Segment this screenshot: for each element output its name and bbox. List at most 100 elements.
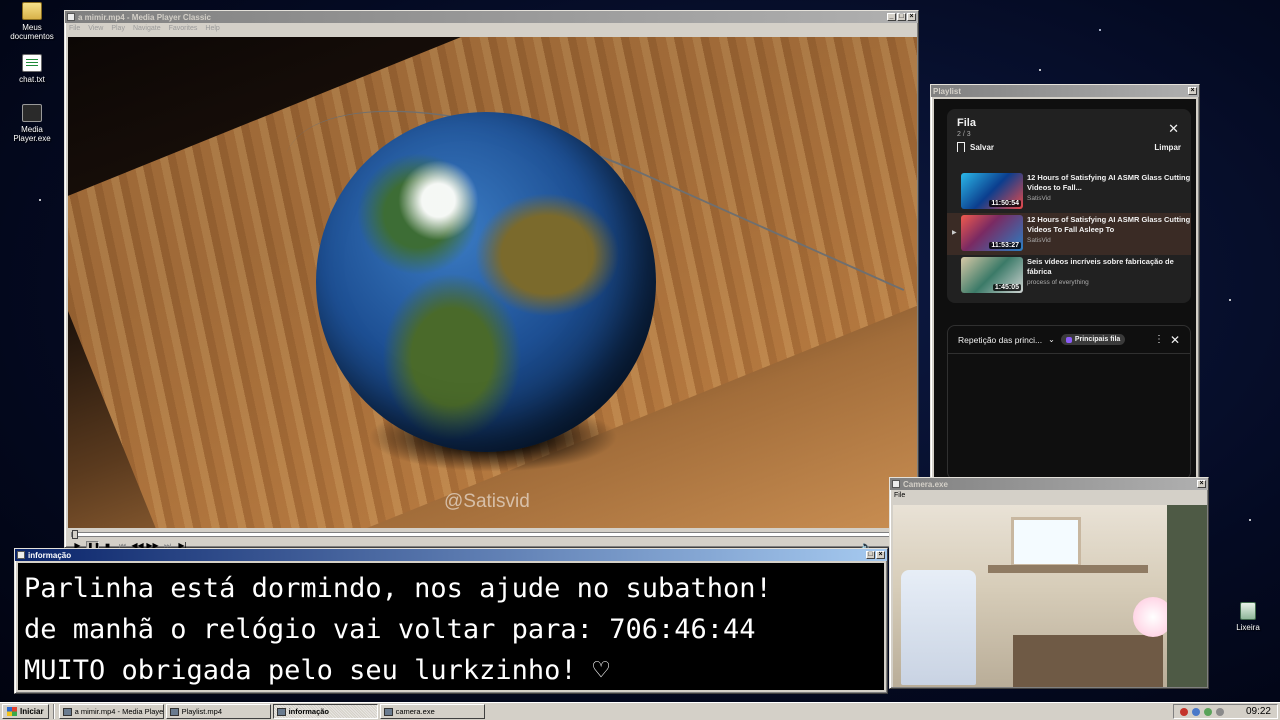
playlist-icon (169, 707, 179, 716)
task-label: informação (288, 707, 330, 716)
camera-titlebar[interactable]: Camera.exe × (890, 478, 1208, 490)
menu-bar: File View Play Navigate Favorites Help (65, 23, 918, 34)
camera-icon (383, 707, 393, 716)
clock[interactable]: 09:22 (1246, 706, 1271, 717)
minimize-button[interactable]: _ (887, 13, 896, 21)
taskbar-separator (52, 704, 55, 719)
desktop-icon-media-player[interactable]: Media Player.exe (2, 104, 62, 143)
folder-icon (22, 2, 42, 20)
video-title: 12 Hours of Satisfying AI ASMR Glass Cut… (1027, 215, 1191, 234)
queue-chip-label: Principais fila (1074, 336, 1121, 343)
bookmark-icon (957, 142, 965, 153)
video-area[interactable]: @Satisvid (68, 37, 917, 528)
start-label: Iniciar (20, 707, 44, 716)
info-titlebar[interactable]: informação □ × (15, 549, 887, 561)
maximize-button[interactable]: □ (897, 13, 906, 21)
media-player-icon (62, 707, 72, 716)
window-title: Playlist (933, 86, 962, 96)
camera-app-icon (892, 480, 900, 488)
app-icon (17, 551, 25, 559)
media-player-window[interactable]: a mimir.mp4 - Media Player Classic _ □ ×… (64, 10, 919, 552)
duration-badge: 11:50:54 (989, 200, 1021, 207)
recycle-bin-icon (1240, 602, 1256, 620)
video-watermark: @Satisvid (444, 491, 530, 512)
feed-desk (1013, 635, 1163, 687)
close-button[interactable]: × (1197, 480, 1206, 488)
now-playing-icon: ▶ (952, 230, 957, 236)
channel-name: SatisVid (1027, 237, 1051, 244)
queue-item[interactable]: 11:50:54 12 Hours of Satisfying AI ASMR … (947, 171, 1191, 213)
task-label: Playlist.mp4 (181, 707, 223, 716)
queue-chip[interactable]: Principais fila (1060, 334, 1126, 345)
app-tray-icon[interactable] (1203, 707, 1212, 716)
menu-file[interactable]: File (894, 492, 905, 499)
seek-knob[interactable] (72, 530, 78, 539)
info-window[interactable]: informação □ × Parlinha está dormindo, n… (14, 548, 888, 694)
more-options-icon[interactable]: ⋮ (1154, 334, 1164, 345)
desktop-icon-recycle-bin[interactable]: Lixeira (1218, 602, 1278, 632)
menu-favorites[interactable]: Favorites (169, 25, 198, 32)
maximize-button[interactable]: □ (866, 551, 875, 559)
media-player-titlebar[interactable]: a mimir.mp4 - Media Player Classic _ □ × (65, 11, 918, 23)
task-playlist[interactable]: Playlist.mp4 (165, 704, 271, 719)
desktop-icon-my-documents[interactable]: Meus documentos (2, 2, 62, 41)
text-file-icon (22, 54, 42, 72)
desktop-icon-chat-txt[interactable]: chat.txt (2, 54, 62, 84)
camera-window[interactable]: Camera.exe × File (889, 477, 1209, 689)
chevron-down-icon[interactable]: ⌄ (1048, 335, 1055, 344)
task-camera[interactable]: camera.exe (379, 704, 485, 719)
playlist-titlebar[interactable]: Playlist × (931, 85, 1199, 97)
video-title: 12 Hours of Satisfying AI ASMR Glass Cut… (1027, 173, 1191, 192)
close-icon[interactable]: ✕ (1168, 122, 1179, 135)
task-informacao[interactable]: informação (272, 704, 378, 719)
queue-panel: Fila 2 / 3 ✕ Salvar Limpar 11:50:54 12 H… (947, 109, 1191, 303)
volume-tray-icon[interactable] (1215, 707, 1224, 716)
window-title: informação (28, 550, 72, 560)
playlist-window[interactable]: Playlist × Fila 2 / 3 ✕ Salvar Limpar 11… (930, 84, 1200, 484)
queue-item-current[interactable]: ▶ 11:53:27 12 Hours of Satisfying AI ASM… (947, 213, 1191, 255)
close-button[interactable]: × (1188, 87, 1197, 95)
save-button[interactable]: Salvar (957, 142, 995, 153)
info-line: MUITO obrigada pelo seu lurkzinho! ♡ (24, 655, 610, 686)
menu-file[interactable]: File (69, 25, 80, 32)
video-thumbnail: 11:50:54 (961, 173, 1023, 209)
close-button[interactable]: × (907, 13, 916, 21)
desktop-icon-label: chat.txt (19, 75, 45, 84)
seek-bar[interactable] (71, 530, 909, 539)
info-text-area: Parlinha está dormindo, nos ajude no sub… (18, 563, 884, 690)
menu-navigate[interactable]: Navigate (133, 25, 161, 32)
security-icon[interactable] (1179, 707, 1188, 716)
app-icon (67, 13, 75, 21)
info-line: Parlinha está dormindo, nos ajude no sub… (24, 573, 772, 604)
start-button[interactable]: Iniciar (2, 704, 49, 719)
duration-badge: 1:45:05 (992, 284, 1021, 291)
window-title: Camera.exe (903, 479, 948, 489)
duration-badge: 11:53:27 (989, 242, 1021, 249)
repeat-dropdown[interactable]: Repetição das princi... (958, 335, 1042, 345)
video-glass-globe (316, 112, 656, 452)
channel-name: SatisVid (1027, 195, 1051, 202)
feed-shelf (988, 565, 1148, 573)
task-media-player[interactable]: a mimir.mp4 - Media Player... (58, 704, 164, 719)
desktop-icon-label: Meus documentos (10, 23, 54, 41)
queue-position: 2 / 3 (957, 131, 971, 138)
queue-actions: Salvar Limpar (957, 142, 1181, 153)
task-label: camera.exe (395, 707, 435, 716)
close-icon[interactable]: ✕ (1170, 333, 1180, 347)
network-icon[interactable] (1191, 707, 1200, 716)
window-title: a mimir.mp4 - Media Player Classic (78, 12, 211, 22)
menu-help[interactable]: Help (205, 25, 219, 32)
desktop-icon-label: Media Player.exe (13, 125, 51, 143)
queue-item[interactable]: 1:45:05 Seis vídeos incríveis sobre fabr… (947, 255, 1191, 297)
repeat-bar: Repetição das princi... ⌄ Principais fil… (948, 326, 1190, 354)
windows-logo-icon (7, 707, 17, 716)
system-tray: 09:22 (1172, 704, 1278, 719)
clear-button[interactable]: Limpar (1154, 143, 1181, 152)
desktop-icon-label: Lixeira (1236, 623, 1260, 632)
save-label: Salvar (970, 142, 995, 152)
close-button[interactable]: × (876, 551, 885, 559)
menu-bar: File (890, 490, 1208, 501)
queue-list: 11:50:54 12 Hours of Satisfying AI ASMR … (947, 171, 1191, 297)
menu-view[interactable]: View (88, 25, 103, 32)
menu-play[interactable]: Play (111, 25, 125, 32)
